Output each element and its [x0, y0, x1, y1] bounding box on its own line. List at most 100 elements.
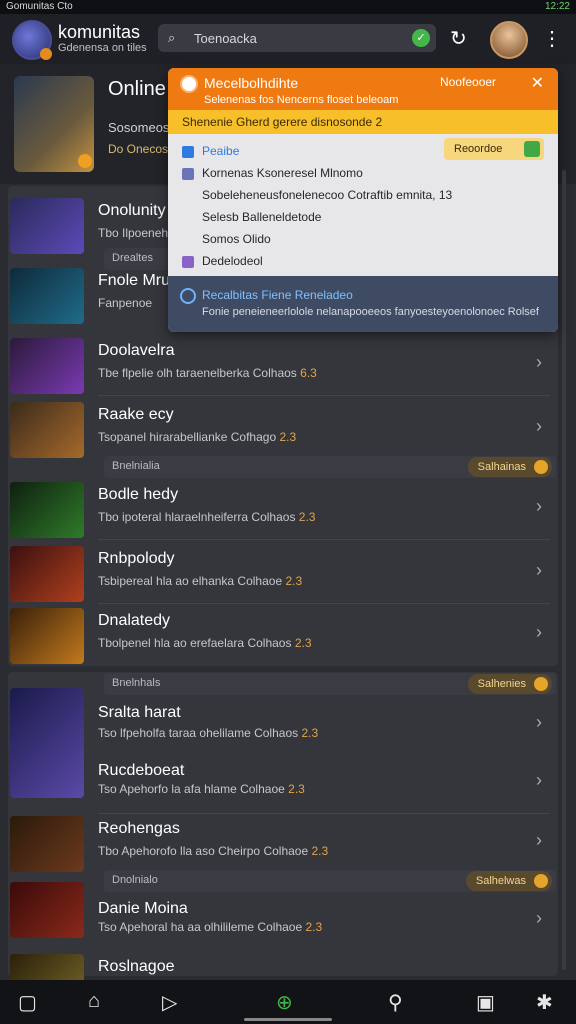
list-item[interactable]: Dnalatedy Tbolpenel hla ao erefaelara Co… — [10, 604, 550, 666]
item-thumbnail — [10, 198, 84, 254]
home-indicator — [244, 1018, 332, 1021]
list-item[interactable]: Roslnagoe — [10, 950, 550, 980]
popup-item-label: Peaibe — [202, 144, 240, 158]
record-button-label: Reoordoe — [454, 143, 503, 155]
list-item[interactable]: Rnbpolody Tsbipereal hla ao elhanka Colh… — [10, 542, 550, 604]
more-icon[interactable]: ⋮ — [542, 26, 562, 51]
item-title: Danie Moina — [98, 900, 188, 917]
item-rating: 2.3 — [279, 430, 297, 444]
brand-subtitle: Gdenensa on tiles — [58, 42, 147, 54]
profile-icon[interactable]: ✱ — [536, 990, 553, 1015]
group-badge[interactable]: Salhainas — [467, 457, 552, 477]
divider — [98, 395, 550, 396]
popup-item[interactable]: Peaibe — [182, 144, 239, 158]
list-item[interactable]: Bodle hedy Tbo ipoteral hlaraelnheiferra… — [10, 478, 550, 540]
chevron-right-icon: › — [536, 770, 542, 790]
search-placeholder: Toenoacka — [194, 31, 257, 46]
list-item[interactable]: Raake ecy Tsopanel hirarabellianke Cofha… — [10, 398, 550, 460]
chevron-right-icon: › — [536, 712, 542, 732]
item-rating: 2.3 — [305, 920, 323, 934]
item-title: Sralta harat — [98, 704, 181, 721]
item-subtitle: Tso Apehoral ha aa olhilileme Colhaoe 2.… — [98, 920, 322, 934]
item-thumbnail — [10, 608, 84, 664]
popup-item-label: Somos Olido — [202, 232, 271, 246]
record-button[interactable]: Reoordoe — [444, 138, 544, 160]
item-thumbnail — [10, 816, 84, 872]
list-item[interactable]: Danie Moina Tso Apehoral ha aa olhililem… — [10, 878, 550, 940]
popup-item[interactable]: Selesb Balleneldetode — [202, 210, 321, 224]
refresh-icon[interactable]: ↻ — [450, 26, 467, 51]
item-subtitle-text: Tbe flpelie olh taraenelberka Colhaos — [98, 366, 297, 380]
item-rating: 2.3 — [288, 782, 305, 796]
popup-item[interactable]: Dedelodeol — [182, 254, 263, 268]
square-icon[interactable]: ▢ — [18, 990, 37, 1015]
home-icon[interactable]: ⌂ — [88, 990, 100, 1013]
close-icon[interactable]: ✕ — [531, 73, 544, 93]
chevron-right-icon: › — [536, 416, 542, 436]
item-subtitle-text: Tso Apehorfo la afa hlame Colhaoe — [98, 782, 285, 796]
item-subtitle-text: Tso Apehoral ha aa olhilileme Colhaoe — [98, 920, 303, 934]
item-title: Dnalatedy — [98, 612, 171, 629]
go-icon[interactable]: ✓ — [412, 29, 430, 47]
item-subtitle: Tbolpenel hla ao erefaelara Colhaos 2.3 — [98, 636, 312, 650]
divider — [98, 539, 550, 540]
group-badge-label: Salhainas — [477, 461, 526, 473]
popup-item-label: Kornenas Ksoneresel Mlnomo — [202, 166, 363, 180]
search-icon: ⌕ — [168, 30, 176, 45]
status-time: 12:22 — [544, 1, 570, 12]
hero-title: Online — [108, 78, 166, 100]
item-subtitle-text: Tso lfpeholfa taraa ohelilame Colhaos — [98, 726, 299, 740]
notification-dot — [40, 48, 52, 60]
community-logo[interactable] — [12, 20, 52, 60]
popup-item-label: Selesb Balleneldetode — [202, 210, 322, 224]
search-input[interactable]: ⌕ Toenoacka ✓ — [158, 24, 436, 52]
popup-item[interactable]: Somos Olido — [202, 232, 271, 246]
brand-title: komunitas — [58, 22, 141, 42]
item-subtitle-text: Tsbipereal hla ao elhanka Colhaoe — [98, 574, 283, 588]
item-title: Rucdeboeat — [98, 762, 185, 779]
item-title: Rnbpolody — [98, 550, 175, 567]
group-label: Drealtes — [112, 252, 153, 264]
search-people-icon[interactable]: ⚲ — [388, 990, 403, 1015]
inbox-icon[interactable]: ▣ — [476, 990, 495, 1015]
status-left: Gomunitas Cto — [6, 1, 73, 12]
popup-banner: Shenenie Gherd gerere disnosonde 2 — [168, 110, 558, 134]
item-subtitle: Tso lfpeholfa taraa ohelilame Colhaos 2.… — [98, 726, 318, 740]
popup-header: Mecelbolhdihte Selenenas fos Nencerns fl… — [168, 68, 558, 110]
play-icon[interactable]: ▷ — [162, 990, 177, 1015]
popup-item[interactable]: Kornenas Ksoneresel Mlnomo — [182, 166, 363, 180]
compass-icon[interactable]: ⊕ — [276, 990, 293, 1015]
status-bar: Gomunitas Cto 12:22 — [0, 0, 576, 14]
info-icon — [180, 288, 196, 304]
item-subtitle: Tbe flpelie olh taraenelberka Colhaos 6.… — [98, 366, 317, 380]
notification-popup[interactable]: Mecelbolhdihte Selenenas fos Nencerns fl… — [168, 68, 558, 332]
item-title: Roslnagoe — [98, 958, 175, 975]
item-thumbnail — [10, 546, 84, 602]
item-title: Fnole Mru — [98, 272, 171, 289]
avatar[interactable] — [490, 21, 528, 59]
popup-subtitle: Selenenas fos Nencerns floset beleoam — [204, 94, 399, 106]
item-subtitle: Tbo Apehorofo lla aso Cheirpo Colhaoe 2.… — [98, 844, 328, 858]
item-icon — [182, 167, 194, 180]
hero-line1: Sosomeoso — [108, 120, 177, 135]
popup-footer[interactable]: Recalbitas Fiene Reneladeo Fonie peneien… — [168, 276, 558, 332]
popup-item[interactable]: Sobeleheneusfonelenecoo Cotraftib emnita… — [202, 188, 452, 202]
list-item[interactable]: Doolavelra Tbe flpelie olh taraenelberka… — [10, 334, 550, 396]
item-rating: 2.3 — [311, 844, 329, 858]
notify-label[interactable]: Noofeooer — [440, 75, 496, 89]
popup-item-label: Dedelodeol — [202, 254, 263, 268]
hero-image — [14, 76, 94, 172]
list-item[interactable]: Rucdeboeat Tso Apehorfo la afa hlame Col… — [10, 752, 550, 814]
scrollbar[interactable] — [562, 170, 566, 970]
item-thumbnail — [10, 954, 84, 980]
badge-icon — [534, 460, 548, 474]
item-thumbnail — [10, 268, 84, 324]
footer-title: Recalbitas Fiene Reneladeo — [202, 288, 353, 302]
item-rating: 6.3 — [300, 366, 317, 380]
item-title: Onolunity — [98, 202, 166, 219]
list-item[interactable]: Reohengas Tbo Apehorofo lla aso Cheirpo … — [10, 812, 550, 874]
chevron-right-icon: › — [536, 352, 542, 372]
item-title: Reohengas — [98, 820, 180, 837]
item-subtitle: Tso Apehorfo la afa hlame Colhaoe 2.3 — [98, 782, 305, 796]
item-rating: 2.3 — [301, 726, 319, 740]
